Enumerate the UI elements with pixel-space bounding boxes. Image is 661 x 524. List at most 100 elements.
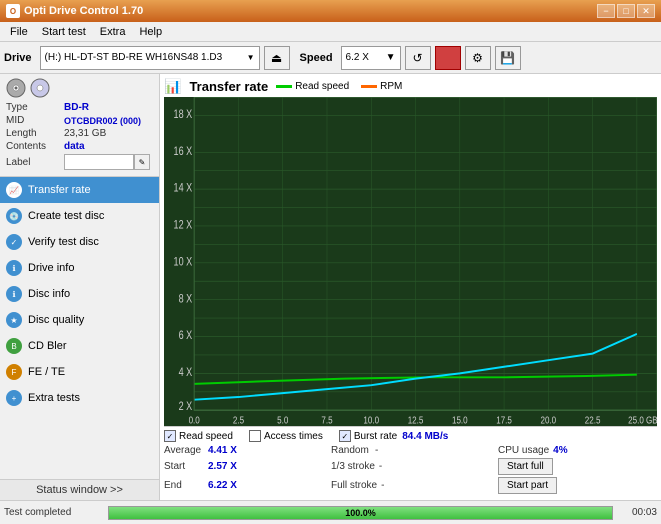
svg-text:17.5: 17.5 (496, 414, 512, 425)
toolbar: Drive (H:) HL-DT-ST BD-RE WH16NS48 1.D3 … (0, 42, 661, 74)
checkbox-read-speed[interactable]: ✓ Read speed (164, 430, 233, 442)
access-times-checkbox-label: Access times (264, 431, 323, 442)
disc-label-edit-button[interactable]: ✎ (134, 154, 150, 170)
stat-1-3-stroke-label: 1/3 stroke (331, 461, 375, 472)
nav-verify-test-disc-label: Verify test disc (28, 236, 99, 248)
nav-transfer-rate-label: Transfer rate (28, 184, 91, 196)
svg-text:15.0: 15.0 (452, 414, 468, 425)
stat-full-stroke: Full stroke - (331, 477, 490, 494)
start-full-button[interactable]: Start full (498, 458, 553, 475)
fe-te-icon: F (6, 364, 22, 380)
drive-select[interactable]: (H:) HL-DT-ST BD-RE WH16NS48 1.D3 ▼ (40, 46, 260, 70)
chart-icon: 📊 (164, 78, 181, 95)
nav-create-test-disc-label: Create test disc (28, 210, 104, 222)
stat-1-3-stroke: 1/3 stroke - (331, 458, 490, 475)
svg-text:18 X: 18 X (174, 108, 193, 121)
sidebar: Type BD-R MID OTCBDR002 (000) Length 23,… (0, 74, 160, 500)
nav-extra-tests[interactable]: + Extra tests (0, 385, 159, 411)
read-speed-checkbox[interactable]: ✓ (164, 430, 176, 442)
main-content: Type BD-R MID OTCBDR002 (000) Length 23,… (0, 74, 661, 500)
stats-grid: Average 4.41 X Random - CPU usage 4% Sta… (164, 445, 657, 494)
transfer-rate-icon: 📈 (6, 182, 22, 198)
legend-read-label: Read speed (295, 81, 349, 92)
svg-text:10 X: 10 X (174, 255, 193, 268)
close-button[interactable]: ✕ (637, 4, 655, 18)
disc-type-value: BD-R (64, 102, 89, 113)
disc-length-label: Length (6, 128, 64, 139)
access-times-checkbox[interactable] (249, 430, 261, 442)
disc-quality-icon: ★ (6, 312, 22, 328)
menu-help[interactable]: Help (133, 24, 168, 40)
nav-fe-te-label: FE / TE (28, 366, 65, 378)
disc-label-input[interactable] (64, 154, 134, 170)
nav-drive-info[interactable]: ℹ Drive info (0, 255, 159, 281)
settings-button[interactable]: ⚙ (465, 46, 491, 70)
svg-text:6 X: 6 X (179, 329, 193, 342)
stat-end-label: End (164, 480, 204, 491)
menu-file[interactable]: File (4, 24, 34, 40)
stat-full-stroke-label: Full stroke (331, 480, 377, 491)
eject-button[interactable]: ⏏ (264, 46, 290, 70)
menu-start-test[interactable]: Start test (36, 24, 92, 40)
verify-test-disc-icon: ✓ (6, 234, 22, 250)
stat-1-3-stroke-value: - (379, 461, 382, 472)
stat-full-stroke-value: - (381, 480, 384, 491)
svg-text:2 X: 2 X (179, 400, 193, 413)
app-icon: O (6, 4, 20, 18)
burst-rate-checkbox[interactable]: ✓ (339, 430, 351, 442)
start-part-button[interactable]: Start part (498, 477, 557, 494)
chart-legend: Read speed RPM (276, 81, 402, 92)
save-button[interactable]: 💾 (495, 46, 521, 70)
menu-bar: File Start test Extra Help (0, 22, 661, 42)
chart-container: 18 X 16 X 14 X 12 X 10 X 8 X 6 X 4 X 2 X… (164, 97, 657, 426)
menu-extra[interactable]: Extra (94, 24, 132, 40)
read-speed-checkbox-label: Read speed (179, 431, 233, 442)
disc-contents-label: Contents (6, 141, 64, 152)
progress-bar-container: 100.0% (108, 506, 613, 520)
nav-extra-tests-label: Extra tests (28, 392, 80, 404)
disc-header (6, 78, 153, 98)
svg-text:12 X: 12 X (174, 218, 193, 231)
nav-drive-info-label: Drive info (28, 262, 74, 274)
checkbox-burst-rate[interactable]: ✓ Burst rate 84.4 MB/s (339, 430, 449, 442)
window-controls[interactable]: − □ ✕ (597, 4, 655, 18)
nav-disc-quality[interactable]: ★ Disc quality (0, 307, 159, 333)
extra-tests-icon: + (6, 390, 22, 406)
status-window-button[interactable]: Status window >> (0, 479, 159, 500)
disc-type-row: Type BD-R (6, 102, 153, 113)
disc-mid-label: MID (6, 115, 64, 126)
disc-icon (6, 78, 26, 98)
nav-cd-bler[interactable]: B CD Bler (0, 333, 159, 359)
nav-fe-te[interactable]: F FE / TE (0, 359, 159, 385)
nav-disc-info[interactable]: ℹ Disc info (0, 281, 159, 307)
svg-text:0.0: 0.0 (189, 414, 200, 425)
nav-disc-quality-label: Disc quality (28, 314, 84, 326)
svg-text:2.5: 2.5 (233, 414, 244, 425)
legend-read-color (276, 85, 292, 88)
nav-verify-test-disc[interactable]: ✓ Verify test disc (0, 229, 159, 255)
speed-select[interactable]: 6.2 X ▼ (341, 46, 401, 70)
disc-label-label: Label (6, 157, 64, 168)
stat-cpu-value: 4% (553, 445, 567, 456)
disc-contents-value: data (64, 141, 85, 152)
stat-random: Random - (331, 445, 490, 456)
color-button[interactable] (435, 46, 461, 70)
stat-end: End 6.22 X (164, 477, 323, 494)
refresh-button[interactable]: ↺ (405, 46, 431, 70)
svg-text:16 X: 16 X (174, 145, 193, 158)
speed-value: 6.2 X (346, 52, 369, 63)
checkbox-access-times[interactable]: Access times (249, 430, 323, 442)
nav-cd-bler-label: CD Bler (28, 340, 67, 352)
stat-start-value: 2.57 X (208, 461, 237, 472)
nav-create-test-disc[interactable]: 💿 Create test disc (0, 203, 159, 229)
maximize-button[interactable]: □ (617, 4, 635, 18)
disc-mid-row: MID OTCBDR002 (000) (6, 115, 153, 126)
minimize-button[interactable]: − (597, 4, 615, 18)
stat-random-label: Random (331, 445, 371, 456)
chart-checkboxes: ✓ Read speed Access times ✓ Burst rate 8… (164, 430, 657, 442)
progress-text: 100.0% (345, 508, 376, 518)
disc-info-icon: ℹ (6, 286, 22, 302)
nav-transfer-rate[interactable]: 📈 Transfer rate (0, 177, 159, 203)
svg-text:5.0: 5.0 (277, 414, 288, 425)
transfer-rate-chart: 18 X 16 X 14 X 12 X 10 X 8 X 6 X 4 X 2 X… (164, 97, 657, 426)
